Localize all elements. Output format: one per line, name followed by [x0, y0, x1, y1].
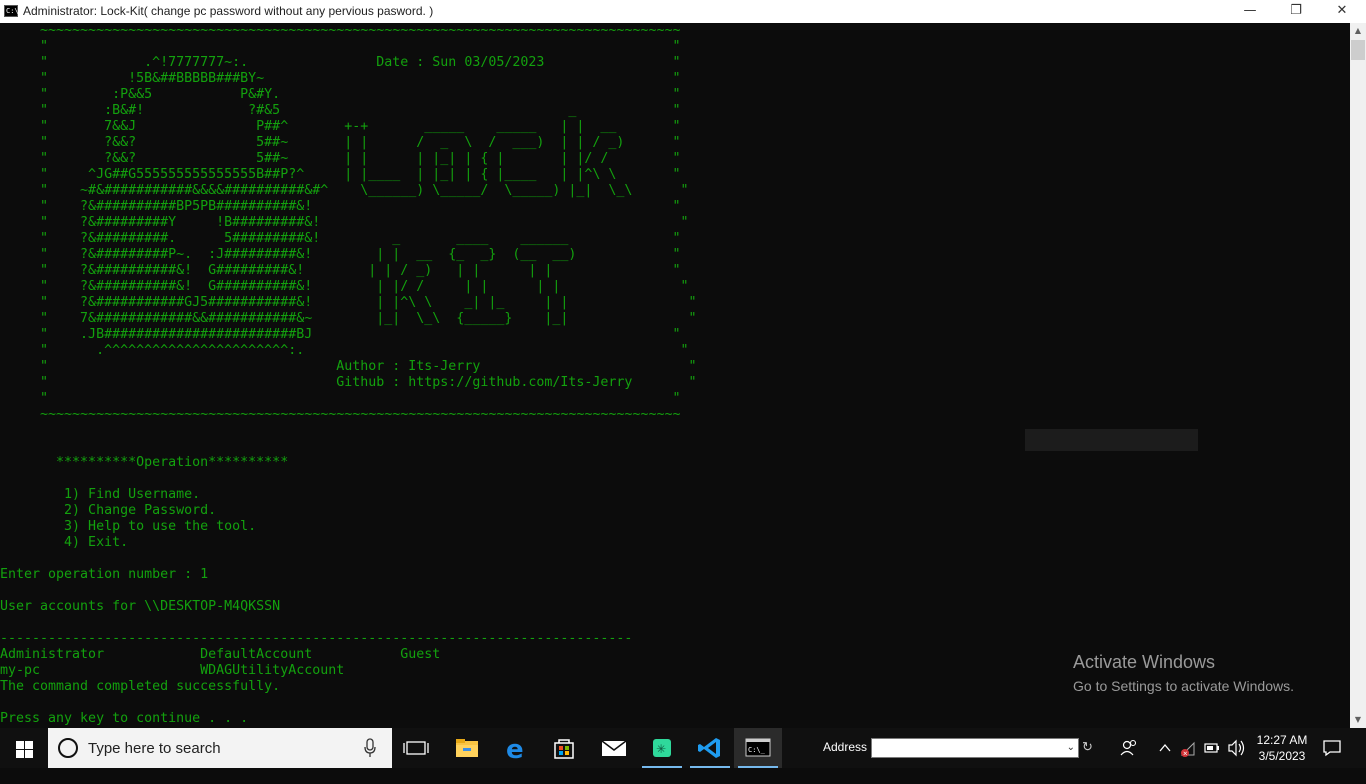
show-hidden-icons-chevron-icon[interactable]: [1155, 728, 1175, 768]
minimize-button[interactable]: —: [1227, 0, 1273, 23]
vertical-scrollbar[interactable]: ▲ ▼: [1350, 23, 1366, 728]
faint-overlay-box: [1025, 429, 1198, 451]
search-placeholder: Type here to search: [88, 740, 221, 757]
vscode-icon: [698, 738, 720, 758]
activate-subtitle: Go to Settings to activate Windows.: [1073, 678, 1294, 694]
store-bag-icon: [554, 739, 574, 759]
cortana-circle-icon: [58, 738, 78, 758]
svg-text:✳: ✳: [656, 742, 666, 756]
windows-logo-icon: [16, 741, 33, 758]
svg-text:e: e: [506, 735, 524, 765]
system-clock[interactable]: 12:27 AM 3/5/2023: [1251, 732, 1313, 764]
svg-text:C:\_: C:\_: [748, 746, 766, 754]
command-prompt-icon: C:\_: [745, 738, 771, 757]
vscode-button[interactable]: [686, 728, 734, 768]
clock-date: 3/5/2023: [1258, 749, 1306, 763]
task-view-button[interactable]: [392, 728, 440, 768]
volume-icon[interactable]: [1226, 728, 1248, 768]
action-center-notification-icon[interactable]: [1322, 739, 1342, 762]
microphone-icon[interactable]: [364, 738, 376, 758]
address-input[interactable]: ⌄: [871, 738, 1079, 758]
network-disconnected-icon[interactable]: ✕: [1178, 728, 1198, 768]
restore-button[interactable]: ❐: [1273, 0, 1319, 23]
console-output-area[interactable]: ~~~~~~~~~~~~~~~~~~~~~~~~~~~~~~~~~~~~~~~~…: [0, 23, 1350, 728]
edge-e-icon: e: [506, 735, 524, 765]
scroll-up-arrow-icon[interactable]: ▲: [1350, 23, 1366, 39]
activate-windows-watermark: Activate Windows Go to Settings to activ…: [1073, 652, 1294, 694]
file-explorer-button[interactable]: [443, 728, 491, 768]
start-button[interactable]: [0, 728, 48, 768]
green-app-icon: ✳: [653, 739, 671, 757]
taskbar: Type here to search e ✳ C:\_ Address ⌄ ↻…: [0, 728, 1366, 768]
activate-title: Activate Windows: [1073, 652, 1216, 672]
svg-text:✕: ✕: [1183, 751, 1188, 758]
mail-envelope-icon: [601, 740, 627, 756]
task-view-icon: [403, 741, 429, 755]
address-toolbar-label: Address: [823, 740, 868, 754]
file-explorer-folder-icon: [456, 739, 478, 757]
clock-time: 12:27 AM: [1256, 733, 1308, 747]
microsoft-store-button[interactable]: [540, 728, 588, 768]
refresh-icon[interactable]: ↻: [1082, 739, 1093, 755]
scroll-down-arrow-icon[interactable]: ▼: [1350, 712, 1366, 728]
taskbar-search-box[interactable]: Type here to search: [48, 728, 392, 768]
scroll-thumb[interactable]: [1351, 40, 1365, 60]
mail-button[interactable]: [590, 728, 638, 768]
command-prompt-button[interactable]: C:\_: [734, 728, 782, 768]
battery-icon[interactable]: [1202, 728, 1222, 768]
console-text: ~~~~~~~~~~~~~~~~~~~~~~~~~~~~~~~~~~~~~~~~…: [0, 23, 697, 726]
title-bar: C:\ Administrator: Lock-Kit( change pc p…: [0, 0, 1366, 23]
edge-browser-button[interactable]: e: [492, 728, 540, 768]
window-title: Administrator: Lock-Kit( change pc passw…: [23, 4, 434, 18]
console-app-icon[interactable]: C:\: [4, 5, 19, 17]
people-icon[interactable]: [1117, 728, 1141, 768]
chevron-down-icon[interactable]: ⌄: [1067, 739, 1075, 757]
close-button[interactable]: ✕: [1319, 0, 1365, 23]
green-app-button[interactable]: ✳: [638, 728, 686, 768]
